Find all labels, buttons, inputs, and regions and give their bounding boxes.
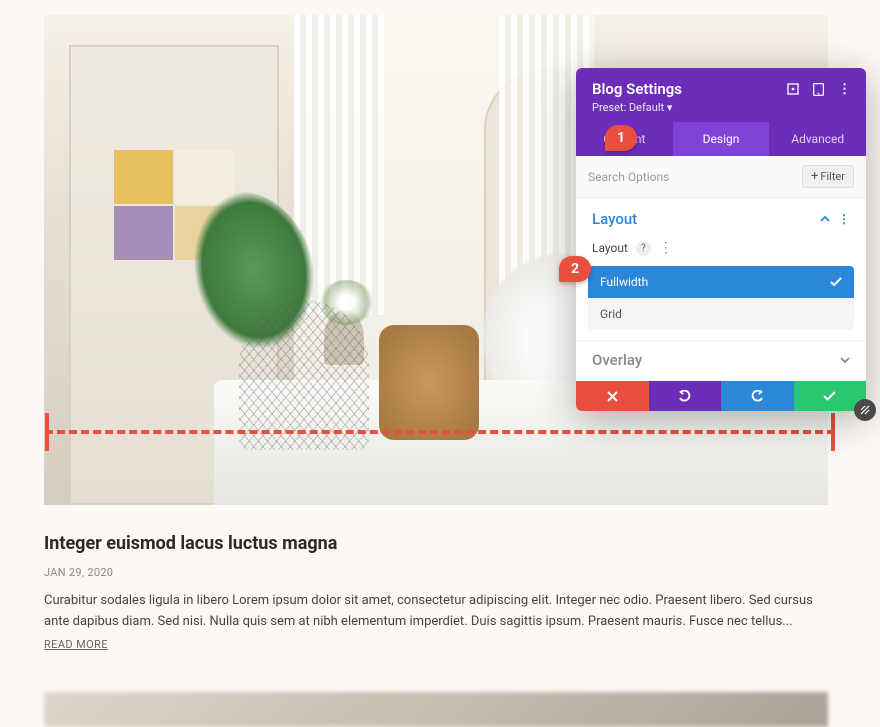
width-indicator-dashed <box>45 430 835 460</box>
undo-button[interactable] <box>649 381 722 411</box>
settings-panel: Blog Settings ⋮ Preset: Default ▾ Conten… <box>576 68 866 411</box>
layout-more-icon[interactable]: ⋮ <box>659 240 673 256</box>
tab-advanced[interactable]: Advanced <box>769 122 866 156</box>
layout-option-grid[interactable]: Grid <box>588 298 854 330</box>
layout-label-row: Layout ? ⋮ <box>576 240 866 266</box>
resize-handle[interactable] <box>854 399 876 421</box>
section-more-icon[interactable]: ⋮ <box>838 212 850 226</box>
layout-label: Layout <box>592 241 628 255</box>
panel-header[interactable]: Blog Settings ⋮ Preset: Default ▾ <box>576 68 866 122</box>
action-bar <box>576 381 866 411</box>
redo-icon <box>750 390 764 402</box>
post-excerpt: Curabitur sodales ligula in libero Lorem… <box>44 591 836 633</box>
search-input[interactable]: Search Options <box>588 170 802 184</box>
layout-option-fullwidth[interactable]: Fullwidth <box>588 266 854 298</box>
more-icon[interactable]: ⋮ <box>838 82 850 97</box>
expand-icon[interactable] <box>787 83 799 95</box>
callout-1: 1 <box>605 125 637 151</box>
tablet-icon[interactable] <box>813 83 824 96</box>
post-date: JAN 29, 2020 <box>44 566 836 579</box>
overlay-section-header[interactable]: Overlay <box>576 340 866 381</box>
layout-section-title: Layout <box>592 210 637 228</box>
post-title[interactable]: Integer euismod lacus luctus magna <box>44 533 836 554</box>
read-more-link[interactable]: READ MORE <box>44 638 108 651</box>
panel-title: Blog Settings <box>592 80 682 98</box>
preset-selector[interactable]: Preset: Default ▾ <box>592 101 850 114</box>
redo-button[interactable] <box>721 381 794 411</box>
undo-icon <box>678 390 692 402</box>
chevron-up-icon[interactable] <box>820 216 830 222</box>
next-post-image <box>44 692 828 727</box>
callout-2: 2 <box>559 256 591 282</box>
image-wire-chair <box>239 300 369 450</box>
filter-button[interactable]: +Filter <box>802 165 854 188</box>
tab-design[interactable]: Design <box>673 122 770 156</box>
search-row: Search Options +Filter <box>576 156 866 198</box>
chevron-down-icon[interactable] <box>840 357 850 363</box>
cancel-button[interactable] <box>576 381 649 411</box>
layout-options: Fullwidth Grid <box>588 266 854 330</box>
overlay-section-title: Overlay <box>592 351 642 369</box>
image-wood-chair <box>379 325 479 495</box>
close-icon <box>607 391 618 402</box>
layout-section-header[interactable]: Layout ⋮ <box>576 198 866 240</box>
check-icon <box>830 277 842 287</box>
help-icon[interactable]: ? <box>636 241 651 256</box>
check-icon <box>823 391 836 401</box>
